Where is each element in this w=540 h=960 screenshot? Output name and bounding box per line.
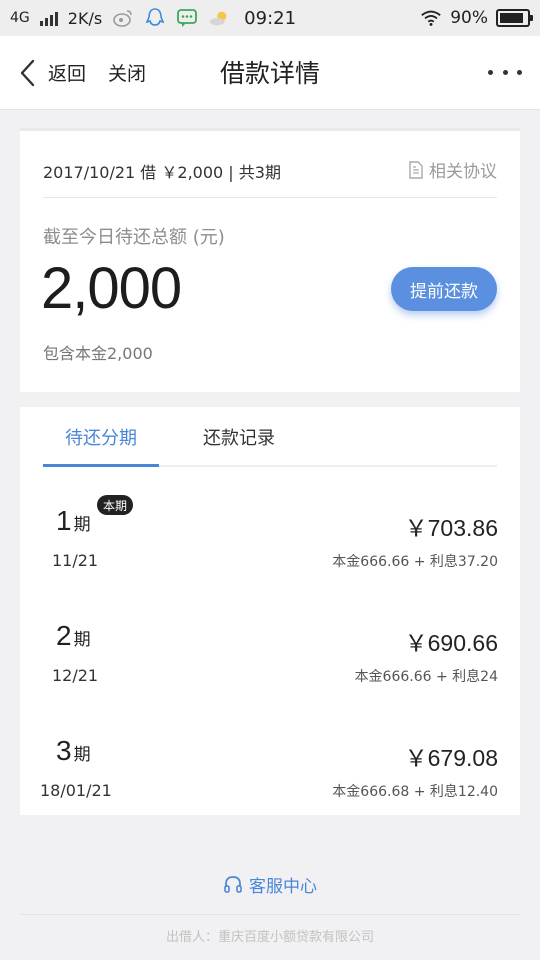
period-breakdown: 本金666.66 + 利息37.20 <box>332 554 498 570</box>
period-breakdown: 本金666.66 + 利息24 <box>354 669 498 685</box>
due-total-label: 截至今日待还总额 (元) <box>43 227 225 248</box>
loan-summary-card: 2017/10/21 借 ￥2,000 | 共3期 相关协议 截至今日待还总额 … <box>20 128 520 392</box>
tab-pending-installments[interactable]: 待还分期 <box>65 424 137 450</box>
more-icon[interactable] <box>488 60 522 84</box>
prepay-button[interactable]: 提前还款 <box>391 267 497 311</box>
active-tab-indicator <box>43 464 159 467</box>
network-speed: 2K/s <box>67 8 103 28</box>
signal-icon <box>39 10 58 26</box>
document-icon <box>409 160 423 179</box>
period-amount: ￥690.66 <box>404 630 498 656</box>
customer-service-link[interactable]: 客服中心 <box>0 872 540 897</box>
installment-row[interactable]: 3期 18/01/21 ￥679.08 本金666.68 + 利息12.40 <box>20 719 520 835</box>
agreement-link[interactable]: 相关协议 <box>409 157 497 182</box>
customer-service-label: 客服中心 <box>249 877 317 897</box>
installments-card: 待还分期 还款记录 1期 本期 11/21 ￥703.86 本金666.66 +… <box>20 407 520 815</box>
period-number: 3期 <box>56 735 91 766</box>
agreement-label: 相关协议 <box>429 162 497 182</box>
loan-info: 2017/10/21 借 ￥2,000 | 共3期 <box>43 163 281 182</box>
footer-divider <box>20 914 520 915</box>
due-date: 18/01/21 <box>40 781 112 800</box>
wifi-icon <box>420 7 442 29</box>
lender-info: 出借人：重庆百度小额贷款有限公司 <box>165 930 374 945</box>
headset-icon <box>224 875 242 893</box>
page-title: 借款详情 <box>219 59 320 88</box>
qq-icon <box>144 7 166 29</box>
installment-row[interactable]: 1期 本期 11/21 ￥703.86 本金666.66 + 利息37.20 <box>20 489 520 605</box>
status-bar: 4G 2K/s 09:21 90% <box>0 0 540 36</box>
period-breakdown: 本金666.68 + 利息12.40 <box>332 784 498 800</box>
tab-bar: 待还分期 还款记录 <box>43 407 497 467</box>
installment-row[interactable]: 2期 12/21 ￥690.66 本金666.66 + 利息24 <box>20 604 520 720</box>
divider <box>43 197 497 198</box>
due-date: 12/21 <box>52 666 99 685</box>
nav-bar: 返回 关闭 借款详情 <box>0 36 540 110</box>
clock: 09:21 <box>244 7 297 29</box>
due-total-amount: 2,000 <box>41 256 182 321</box>
weibo-icon <box>112 7 134 29</box>
principal-note: 包含本金2,000 <box>43 344 153 363</box>
battery-percent: 90% <box>450 8 488 28</box>
battery-icon <box>496 9 533 27</box>
network-type: 4G <box>10 10 30 26</box>
period-amount: ￥703.86 <box>404 515 498 541</box>
current-period-badge: 本期 <box>97 495 134 515</box>
tab-repayment-records[interactable]: 还款记录 <box>203 424 275 450</box>
message-icon <box>176 7 198 29</box>
period-number: 1期 <box>56 505 91 536</box>
period-number: 2期 <box>56 620 91 651</box>
period-amount: ￥679.08 <box>404 745 498 771</box>
battery-level <box>500 13 524 23</box>
due-date: 11/21 <box>52 551 99 570</box>
weather-icon <box>208 7 230 29</box>
